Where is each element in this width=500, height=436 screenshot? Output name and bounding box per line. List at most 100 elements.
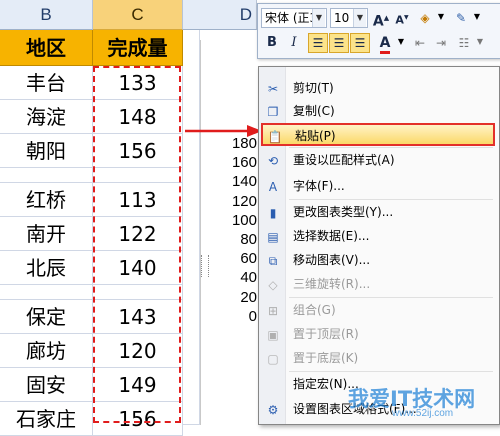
align-right-icon: ☰ [354, 36, 366, 50]
shrink-font-button[interactable]: A▼ [392, 8, 412, 28]
cell-text: 廊坊 [26, 339, 66, 363]
column-d-cells[interactable] [183, 30, 200, 425]
cell-text: 148 [118, 105, 157, 129]
cell-text: 156 [118, 139, 157, 163]
menu-item-font[interactable]: A 字体(F)... [261, 175, 495, 198]
table-cell-region[interactable]: 廊坊 [0, 334, 93, 368]
paste-icon: 📋 [267, 130, 283, 144]
line-color-button[interactable]: ✎ [451, 8, 471, 28]
table-cell-region[interactable] [0, 285, 93, 300]
pen-icon: ✎ [455, 11, 467, 25]
copy-icon: ❐ [267, 105, 279, 119]
table-cell-value[interactable] [93, 168, 183, 183]
table-cell-region[interactable]: 保定 [0, 300, 93, 334]
bold-button[interactable]: B [262, 33, 282, 53]
chevron-down-icon[interactable]: ▼ [396, 33, 406, 53]
decrease-indent-button[interactable]: ⇤ [410, 33, 430, 53]
font-color-button[interactable]: A [375, 33, 395, 54]
header-cell-value[interactable]: 完成量 [93, 30, 183, 66]
menu-item-label: 粘贴(P) [295, 129, 336, 143]
cell-text: 丰台 [26, 71, 66, 95]
chevron-down-icon[interactable]: ▼ [475, 33, 485, 53]
table-cell-region[interactable] [0, 168, 93, 183]
column-header-c[interactable]: C [93, 0, 183, 30]
header-cell-region[interactable]: 地区 [0, 30, 93, 66]
menu-item-send-back: ▢ 置于底层(K) [261, 347, 495, 370]
menu-item-chart-type[interactable]: ▮ 更改图表类型(Y)... [261, 201, 495, 224]
menu-item-scissors[interactable]: ✂ 剪切(T) [261, 77, 495, 100]
bullets-button[interactable]: ☷ [454, 33, 474, 53]
bullet-list-icon: ☷ [458, 36, 470, 50]
menu-item-copy[interactable]: ❐ 复制(C) [261, 100, 495, 123]
menu-separator [289, 371, 493, 372]
chevron-down-icon[interactable]: ▼ [312, 9, 325, 27]
menu-item-rotate-3d: ◇ 三维旋转(R)... [261, 273, 495, 296]
menu-item-label: 更改图表类型(Y)... [293, 205, 394, 219]
menu-item-select-data[interactable]: ▤ 选择数据(E)... [261, 225, 495, 248]
table-cell-value[interactable]: 140 [93, 251, 183, 285]
table-cell-value[interactable]: 156 [93, 402, 183, 436]
align-center-button[interactable]: ☰ [329, 33, 349, 53]
context-menu: ✂ 剪切(T) ❐ 复制(C) 📋 粘贴(P) ⟲ 重设以匹配样式(A) A 字体(F)... ▮ 更… [258, 66, 500, 425]
table-cell-value[interactable]: 156 [93, 134, 183, 168]
chart-type-icon: ▮ [269, 206, 277, 220]
fill-color-button[interactable]: ◈ [415, 8, 435, 28]
cell-text: 120 [118, 339, 157, 363]
scissors-icon: ✂ [267, 82, 279, 96]
align-left-button[interactable]: ☰ [308, 33, 328, 53]
menu-separator [289, 297, 493, 298]
italic-button[interactable]: I [284, 33, 304, 53]
column-header-d[interactable]: D [183, 0, 257, 30]
menu-item-bring-front: ▣ 置于顶层(R) [261, 323, 495, 346]
menu-item-label: 字体(F)... [293, 179, 345, 193]
font-size-combo[interactable]: 10 ▼ [330, 8, 368, 28]
table-cell-value[interactable] [93, 285, 183, 300]
table-cell-value[interactable]: 122 [93, 217, 183, 251]
table-cell-value[interactable]: 133 [93, 66, 183, 100]
align-center-icon: ☰ [333, 36, 345, 50]
pointer-arrow [185, 125, 262, 137]
menu-separator [289, 199, 493, 200]
table-cell-region[interactable]: 北辰 [0, 251, 93, 285]
align-right-button[interactable]: ☰ [350, 33, 370, 53]
chart-resize-handle[interactable] [201, 255, 209, 277]
group-icon: ⊞ [267, 304, 279, 318]
cell-text: 固安 [26, 373, 66, 397]
menu-item-move-chart[interactable]: ⧉ 移动图表(V)... [261, 249, 495, 272]
table-cell-region[interactable]: 海淀 [0, 100, 93, 134]
font-name-combo[interactable]: 宋体 (正3 ▼ [261, 8, 327, 28]
column-header-b[interactable]: B [0, 0, 93, 30]
table-cell-region[interactable]: 固安 [0, 368, 93, 402]
font-size-value: 10 [334, 11, 350, 25]
cell-text: 海淀 [26, 105, 66, 129]
y-tick-label: 160 [231, 154, 257, 172]
font-name-value: 宋体 (正3 [265, 11, 318, 25]
indent-icon: ⇥ [435, 36, 447, 50]
cell-text: 地区 [26, 36, 66, 60]
table-cell-value[interactable]: 143 [93, 300, 183, 334]
chevron-down-icon[interactable]: ▼ [472, 8, 482, 28]
cell-text: 156 [118, 407, 157, 431]
table-cell-region[interactable]: 石家庄 [0, 402, 93, 436]
table-cell-value[interactable]: 113 [93, 183, 183, 217]
table-cell-region[interactable]: 丰台 [0, 66, 93, 100]
table-cell-value[interactable]: 120 [93, 334, 183, 368]
menu-item-reset-style[interactable]: ⟲ 重设以匹配样式(A) [261, 149, 495, 172]
table-cell-region[interactable]: 朝阳 [0, 134, 93, 168]
cell-text: 122 [118, 222, 157, 246]
table-cell-region[interactable]: 南开 [0, 217, 93, 251]
menu-item-paste[interactable]: 📋 粘贴(P) [261, 123, 495, 146]
grow-font-button[interactable]: A▲ [371, 8, 391, 30]
table-cell-region[interactable]: 红桥 [0, 183, 93, 217]
y-tick-label: 20 [240, 288, 257, 306]
chevron-down-icon[interactable]: ▼ [353, 9, 366, 27]
grow-font-icon: A [372, 13, 384, 30]
chevron-down-icon[interactable]: ▼ [436, 8, 446, 28]
table-cell-value[interactable]: 149 [93, 368, 183, 402]
cell-text: 143 [118, 305, 157, 329]
format-chart-icon: ⚙ [267, 403, 279, 417]
menu-item-label: 移动图表(V)... [293, 253, 371, 267]
table-cell-value[interactable]: 148 [93, 100, 183, 134]
y-tick-label: 120 [231, 192, 257, 210]
increase-indent-button[interactable]: ⇥ [431, 33, 451, 53]
